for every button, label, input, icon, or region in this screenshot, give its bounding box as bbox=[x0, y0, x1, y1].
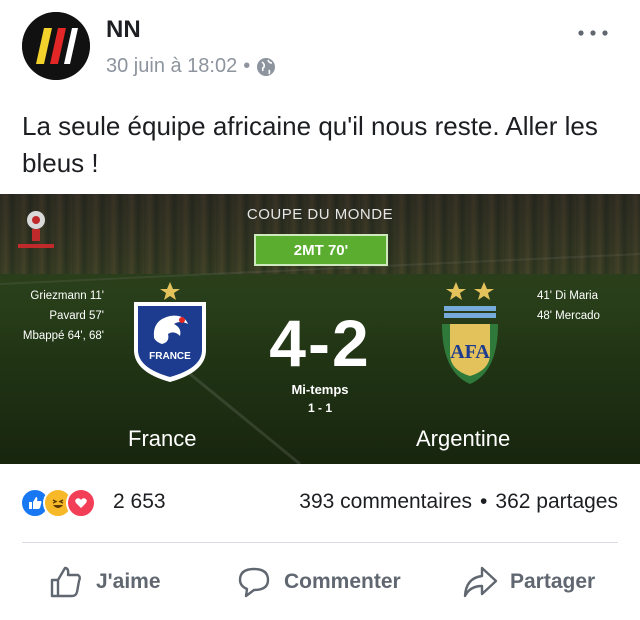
divider bbox=[22, 542, 618, 543]
away-scorer: 41' Di Maria bbox=[537, 290, 598, 302]
page-avatar[interactable] bbox=[22, 12, 90, 80]
comment-button[interactable]: Commenter bbox=[236, 560, 401, 604]
thumbs-up-icon bbox=[50, 566, 81, 598]
home-scorer: Griezmann 11' bbox=[30, 290, 104, 302]
france-crest: FRANCE bbox=[134, 282, 206, 382]
like-button[interactable]: J'aime bbox=[48, 560, 161, 604]
france-crest-text: FRANCE bbox=[149, 351, 191, 362]
post-actions: J'aime Commenter Partager bbox=[0, 560, 640, 604]
post-timestamp[interactable]: 30 juin à 18:02 bbox=[106, 55, 237, 78]
reaction-icons[interactable] bbox=[20, 487, 96, 519]
away-scorer: 48' Mercado bbox=[537, 310, 600, 322]
half-time-score: 1 - 1 bbox=[307, 401, 332, 415]
page-name[interactable]: NN bbox=[106, 16, 141, 44]
home-scorer: Pavard 57' bbox=[49, 310, 104, 322]
love-icon bbox=[66, 488, 96, 518]
share-icon bbox=[463, 566, 498, 598]
engagement-stats: 393 commentaires • 362 partages bbox=[299, 490, 618, 514]
match-time-badge: 2MT 70' bbox=[254, 234, 388, 266]
away-team-name: Argentine bbox=[416, 426, 511, 451]
argentina-crest-text: AFA bbox=[450, 341, 490, 363]
shares-count[interactable]: 362 partages bbox=[495, 490, 618, 514]
meta-separator: • bbox=[243, 55, 251, 77]
page-logo bbox=[22, 12, 90, 80]
globe-icon bbox=[257, 57, 276, 76]
reaction-count[interactable]: 2 653 bbox=[113, 490, 166, 514]
share-label: Partager bbox=[510, 570, 596, 593]
stats-separator: • bbox=[480, 490, 488, 513]
post-meta: 30 juin à 18:02 • bbox=[106, 55, 276, 78]
argentina-crest: AFA bbox=[442, 282, 498, 384]
comments-count[interactable]: 393 commentaires bbox=[299, 490, 472, 514]
home-scorer: Mbappé 64', 68' bbox=[22, 330, 104, 342]
match-score: 4-2 bbox=[269, 306, 371, 380]
share-button[interactable]: Partager bbox=[462, 560, 595, 604]
home-team-name: France bbox=[128, 426, 197, 451]
home-scorers: Griezmann 11' Pavard 57' Mbappé 64', 68' bbox=[23, 286, 104, 346]
competition-title: COUPE DU MONDE bbox=[246, 206, 394, 223]
away-scorers: 41' Di Maria 48' Mercado bbox=[537, 286, 600, 326]
half-time-label: Mi-temps bbox=[291, 382, 349, 397]
comment-icon bbox=[238, 567, 270, 598]
post-text: La seule équipe africaine qu'il nous res… bbox=[22, 111, 598, 178]
more-icon[interactable] bbox=[576, 28, 610, 38]
match-scoreboard-image[interactable]: COUPE DU MONDE 2MT 70' Griezmann 11' Pav… bbox=[0, 194, 640, 464]
comment-label: Commenter bbox=[284, 570, 401, 593]
like-label: J'aime bbox=[96, 570, 161, 593]
